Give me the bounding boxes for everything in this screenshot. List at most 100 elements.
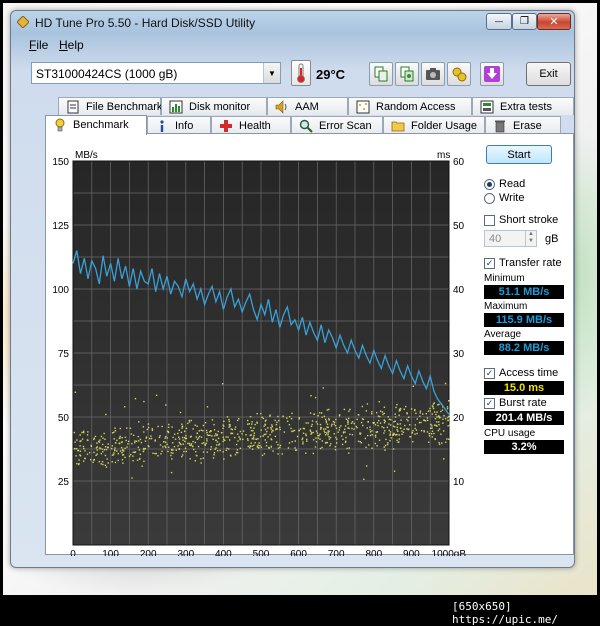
access-point: [195, 436, 197, 438]
menu-file[interactable]: File: [29, 38, 48, 52]
tab-extra-tests[interactable]: Extra tests: [472, 97, 574, 115]
access-point: [310, 425, 313, 427]
read-radio-indicator[interactable]: [484, 178, 495, 190]
copy-image-button[interactable]: [395, 62, 419, 86]
access-point: [386, 443, 389, 446]
access-point: [293, 429, 296, 432]
access-point: [252, 430, 254, 432]
access-point: [111, 447, 113, 450]
burst-rate-checkbox[interactable]: ✓ Burst rate: [484, 397, 547, 409]
short-stroke-checkbox[interactable]: Short stroke: [484, 214, 558, 226]
access-point: [171, 458, 173, 460]
access-time-checkbox[interactable]: ✓ Access time: [484, 367, 558, 379]
access-point: [251, 421, 253, 423]
access-point: [272, 429, 274, 432]
tab-random-access[interactable]: Random Access: [348, 97, 472, 115]
transfer-rate-check[interactable]: ✓: [484, 257, 495, 269]
access-point: [435, 413, 437, 416]
access-point: [374, 424, 377, 426]
access-point: [132, 455, 134, 457]
close-button[interactable]: ✕: [537, 13, 571, 30]
drive-select[interactable]: ST31000424CS (1000 gB) ▼: [31, 62, 281, 84]
access-point: [305, 434, 307, 437]
tab-info[interactable]: Info: [147, 116, 211, 134]
read-radio[interactable]: Read: [484, 178, 525, 190]
access-point: [438, 443, 441, 446]
access-point: [184, 440, 186, 443]
write-radio[interactable]: Write: [484, 192, 524, 204]
tab-erase[interactable]: Erase: [485, 116, 561, 134]
access-point: [347, 423, 349, 425]
y-right-unit: ms: [437, 150, 450, 161]
access-time-check[interactable]: ✓: [484, 367, 495, 379]
benchmark-chart-svg: MB/s ms2550751001251501020304050600 100 200…: [52, 150, 466, 556]
access-point: [434, 438, 436, 441]
exit-button[interactable]: Exit: [526, 62, 571, 86]
start-button[interactable]: Start: [486, 145, 552, 164]
short-stroke-stepper[interactable]: 40 ▲ ▼: [484, 230, 537, 247]
short-stroke-check[interactable]: [484, 214, 495, 226]
access-point: [398, 434, 400, 436]
burst-rate-check[interactable]: ✓: [484, 397, 495, 409]
access-point: [228, 426, 230, 428]
access-point: [150, 435, 152, 437]
access-point: [120, 446, 123, 449]
access-point: [302, 427, 305, 430]
write-radio-indicator[interactable]: [484, 192, 495, 204]
access-point: [251, 423, 253, 425]
stepper-arrows-icon[interactable]: ▲ ▼: [525, 231, 536, 246]
tab-benchmark[interactable]: Benchmark: [45, 115, 147, 135]
access-point: [164, 445, 166, 447]
chevron-down-icon[interactable]: ▼: [263, 63, 280, 83]
access-point: [144, 447, 147, 450]
access-point: [324, 418, 327, 421]
access-point: [246, 419, 249, 422]
access-point: [137, 446, 140, 449]
access-point: [414, 408, 416, 411]
menu-help[interactable]: Help: [59, 38, 84, 52]
access-point: [113, 431, 115, 433]
access-point: [405, 405, 407, 408]
access-point: [288, 416, 291, 418]
access-point: [262, 435, 264, 437]
minimize-button[interactable]: —: [486, 13, 512, 30]
access-point: [174, 438, 177, 440]
tab-disk-monitor[interactable]: Disk monitor: [161, 97, 267, 115]
access-point: [426, 419, 429, 422]
access-point: [224, 439, 226, 442]
access-point: [181, 423, 183, 425]
maximize-button[interactable]: ❐: [512, 13, 537, 30]
access-point: [211, 419, 214, 421]
tab-health[interactable]: Health: [211, 116, 291, 134]
access-point: [436, 416, 438, 418]
access-point: [225, 449, 227, 452]
access-point: [448, 400, 450, 402]
title-bar[interactable]: HD Tune Pro 5.50 - Hard Disk/SSD Utility…: [11, 11, 574, 33]
tab-error-scan[interactable]: Error Scan: [291, 116, 383, 134]
transfer-rate-checkbox[interactable]: ✓ Transfer rate: [484, 257, 562, 269]
copy-text-button[interactable]: [369, 62, 393, 86]
access-point: [294, 449, 297, 451]
access-point: [307, 422, 309, 424]
tab-aam[interactable]: AAM: [267, 97, 348, 115]
download-button[interactable]: [480, 62, 504, 86]
access-point: [185, 437, 188, 440]
access-point: [222, 436, 224, 438]
access-point: [436, 421, 438, 423]
tab-file-benchmark[interactable]: File Benchmark: [58, 97, 162, 115]
camera-icon: [426, 68, 440, 80]
access-point: [302, 443, 304, 445]
tab-folder-usage[interactable]: Folder Usage: [383, 116, 485, 134]
access-point: [275, 441, 278, 443]
access-point: [377, 415, 380, 417]
access-point: [325, 421, 328, 424]
access-point: [173, 433, 176, 435]
access-point: [442, 422, 444, 424]
access-point: [322, 387, 324, 389]
options-button[interactable]: [447, 62, 471, 86]
access-point: [294, 447, 296, 449]
screenshot-button[interactable]: [421, 62, 445, 86]
access-point: [378, 419, 380, 422]
access-point: [317, 415, 319, 417]
access-point: [328, 408, 330, 411]
